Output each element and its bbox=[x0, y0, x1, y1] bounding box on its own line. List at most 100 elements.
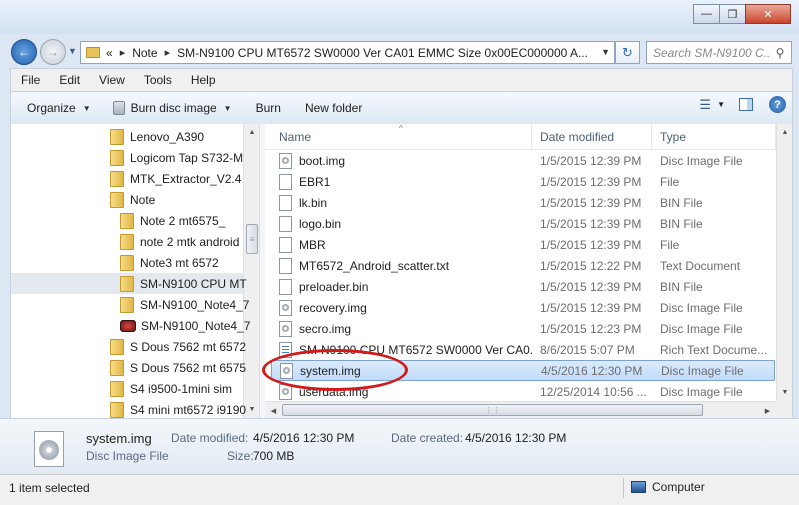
help-icon[interactable]: ? bbox=[769, 96, 786, 113]
file-icon bbox=[279, 236, 292, 253]
address-dropdown-icon[interactable]: ▼ bbox=[601, 47, 610, 57]
file-type: Rich Text Docume... bbox=[660, 342, 768, 357]
refresh-icon: ↻ bbox=[622, 44, 633, 60]
details-pane: system.img Disc Image File Date modified… bbox=[0, 418, 799, 474]
nav-tree-item[interactable]: Logicom Tap S732-M bbox=[11, 147, 243, 168]
minimize-button[interactable]: — bbox=[693, 4, 720, 24]
nav-tree-item-label: Lenovo_A390 bbox=[130, 129, 205, 144]
nav-tree-item[interactable]: Note 2 mt6575_ bbox=[11, 210, 243, 231]
menu-file[interactable]: File bbox=[11, 73, 49, 87]
menu-view[interactable]: View bbox=[89, 73, 134, 87]
breadcrumb-note[interactable]: Note bbox=[132, 46, 157, 60]
nav-tree-item[interactable]: S4 mini mt6572 i9190 bbox=[11, 399, 246, 418]
search-input[interactable]: Search SM-N9100 C... bbox=[647, 46, 769, 60]
navigation-pane[interactable]: ▲ ≡ ▼ Lenovo_A390 Logicom Tap S732-M MTK_E… bbox=[10, 124, 259, 418]
file-list-vertical-scrollbar[interactable]: ▲ ▼ bbox=[776, 124, 792, 418]
back-button[interactable]: ← bbox=[11, 39, 37, 65]
recent-pages-dropdown-icon[interactable]: ▼ bbox=[68, 46, 77, 56]
file-row[interactable]: lk.bin 1/5/2015 12:39 PM BIN File bbox=[271, 192, 775, 213]
address-bar[interactable]: « ▸ Note ▸ SM-N9100 CPU MT6572 SW0000 Ve… bbox=[80, 41, 615, 64]
column-header-name[interactable]: Name bbox=[271, 124, 532, 150]
caption-buttons: — ❐ ✕ bbox=[693, 4, 791, 24]
nav-tree-item[interactable]: SM-N9100 CPU MT bbox=[11, 273, 247, 294]
nav-tree-item-label: SM-N9100 CPU MT bbox=[140, 276, 247, 291]
breadcrumb-separator-icon[interactable]: ▸ bbox=[165, 46, 171, 59]
forward-button[interactable]: → bbox=[40, 39, 66, 65]
folder-icon bbox=[110, 170, 124, 187]
nav-tree-item[interactable]: S Dous 7562 mt 6572 bbox=[11, 336, 246, 357]
file-row[interactable]: logo.bin 1/5/2015 12:39 PM BIN File bbox=[271, 213, 775, 234]
nav-tree-item[interactable]: SM-N9100_Note4_7 bbox=[11, 315, 250, 336]
folder-icon bbox=[120, 212, 134, 229]
new-folder-label: New folder bbox=[304, 101, 363, 115]
scroll-down-icon[interactable]: ▼ bbox=[777, 384, 792, 401]
search-icon: ⚲ bbox=[775, 45, 785, 60]
file-name: EBR1 bbox=[299, 174, 331, 189]
breadcrumb-overflow[interactable]: « bbox=[106, 46, 113, 60]
refresh-button[interactable]: ↻ bbox=[615, 41, 640, 64]
folder-icon bbox=[110, 149, 124, 166]
file-icon bbox=[279, 173, 292, 190]
nav-tree-item[interactable]: Note bbox=[11, 189, 243, 210]
column-header-type[interactable]: Type bbox=[652, 124, 776, 150]
burn-disc-image-button[interactable]: Burn disc image ▼ bbox=[105, 96, 240, 120]
file-name: lk.bin bbox=[299, 195, 328, 210]
breadcrumb-separator-icon[interactable]: ▸ bbox=[120, 46, 126, 59]
file-list-horizontal-scrollbar[interactable]: ◀ ⋮⋮ ▶ bbox=[265, 401, 776, 418]
menu-help[interactable]: Help bbox=[181, 73, 225, 87]
file-row[interactable]: boot.img 1/5/2015 12:39 PM Disc Image File bbox=[271, 150, 775, 171]
maximize-button[interactable]: ❐ bbox=[719, 4, 746, 24]
nav-tree-item[interactable]: S Dous 7562 mt 6575 bbox=[11, 357, 246, 378]
file-type: Disc Image File bbox=[660, 153, 743, 168]
file-date-modified: 8/6/2015 5:07 PM bbox=[540, 342, 635, 357]
file-row[interactable]: preloader.bin 1/5/2015 12:39 PM BIN File bbox=[271, 276, 775, 297]
file-name: boot.img bbox=[299, 153, 346, 168]
file-row[interactable]: MBR 1/5/2015 12:39 PM File bbox=[271, 234, 775, 255]
scroll-down-icon[interactable]: ▼ bbox=[244, 401, 259, 418]
folder-icon bbox=[120, 275, 134, 292]
organize-button[interactable]: Organize ▼ bbox=[19, 96, 99, 120]
preview-pane-icon[interactable] bbox=[739, 98, 753, 111]
breadcrumb-current-folder[interactable]: SM-N9100 CPU MT6572 SW0000 Ver CA01 EMMC… bbox=[177, 46, 588, 60]
burn-button[interactable]: Burn bbox=[248, 96, 289, 120]
burn-label: Burn bbox=[255, 101, 281, 115]
nav-tree-item[interactable]: S4 i9500-1mini sim bbox=[11, 378, 243, 399]
scroll-up-icon[interactable]: ▲ bbox=[777, 124, 792, 141]
file-icon bbox=[279, 278, 292, 295]
view-options-chevron-icon[interactable]: ▼ bbox=[717, 100, 725, 109]
scroll-right-icon[interactable]: ▶ bbox=[759, 402, 776, 418]
file-row[interactable]: recovery.img 1/5/2015 12:39 PM Disc Image … bbox=[271, 297, 775, 318]
column-header-date-modified[interactable]: Date modified bbox=[532, 124, 652, 150]
file-type: Disc Image File bbox=[660, 321, 743, 336]
file-row[interactable]: EBR1 1/5/2015 12:39 PM File bbox=[271, 171, 775, 192]
file-name: logo.bin bbox=[299, 216, 342, 231]
search-box[interactable]: Search SM-N9100 C... ⚲ bbox=[646, 41, 792, 64]
scroll-left-icon[interactable]: ◀ bbox=[265, 402, 282, 418]
change-view-icon[interactable]: ☰ bbox=[699, 97, 711, 113]
file-name: recovery.img bbox=[299, 300, 367, 315]
scroll-up-icon[interactable]: ▲ bbox=[244, 124, 259, 141]
details-filetype: Disc Image File bbox=[86, 449, 169, 463]
file-row[interactable]: secro.img 1/5/2015 12:23 PM Disc Image Fil… bbox=[271, 318, 775, 339]
nav-tree-item[interactable]: SM-N9100_Note4_7 bbox=[11, 294, 249, 315]
nav-tree-item[interactable]: note 2 mtk android bbox=[11, 231, 243, 252]
file-name-cell: MT6572_Android_scatter.txt bbox=[279, 257, 534, 274]
maximize-icon: ❐ bbox=[727, 8, 738, 21]
scrollbar-thumb[interactable]: ≡ bbox=[246, 224, 258, 254]
nav-tree-item[interactable]: Lenovo_A390 bbox=[11, 126, 243, 147]
nav-tree-item-label: Logicom Tap S732-M bbox=[130, 150, 244, 165]
details-size-label: Size: bbox=[227, 449, 254, 463]
location-label: Computer bbox=[652, 480, 705, 494]
disc-image-icon bbox=[279, 152, 292, 169]
file-date-modified: 1/5/2015 12:39 PM bbox=[540, 237, 642, 252]
scrollbar-thumb[interactable]: ⋮⋮ bbox=[282, 404, 703, 416]
folder-icon bbox=[120, 254, 134, 271]
menu-edit[interactable]: Edit bbox=[49, 73, 89, 87]
folder-icon bbox=[110, 401, 124, 418]
nav-tree-item[interactable]: MTK_Extractor_V2.4 bbox=[11, 168, 243, 189]
close-button[interactable]: ✕ bbox=[745, 4, 791, 24]
nav-tree-item[interactable]: Note3 mt 6572 bbox=[11, 252, 243, 273]
file-row[interactable]: MT6572_Android_scatter.txt 1/5/2015 12:22… bbox=[271, 255, 775, 276]
new-folder-button[interactable]: New folder bbox=[297, 96, 370, 120]
menu-tools[interactable]: Tools bbox=[134, 73, 181, 87]
